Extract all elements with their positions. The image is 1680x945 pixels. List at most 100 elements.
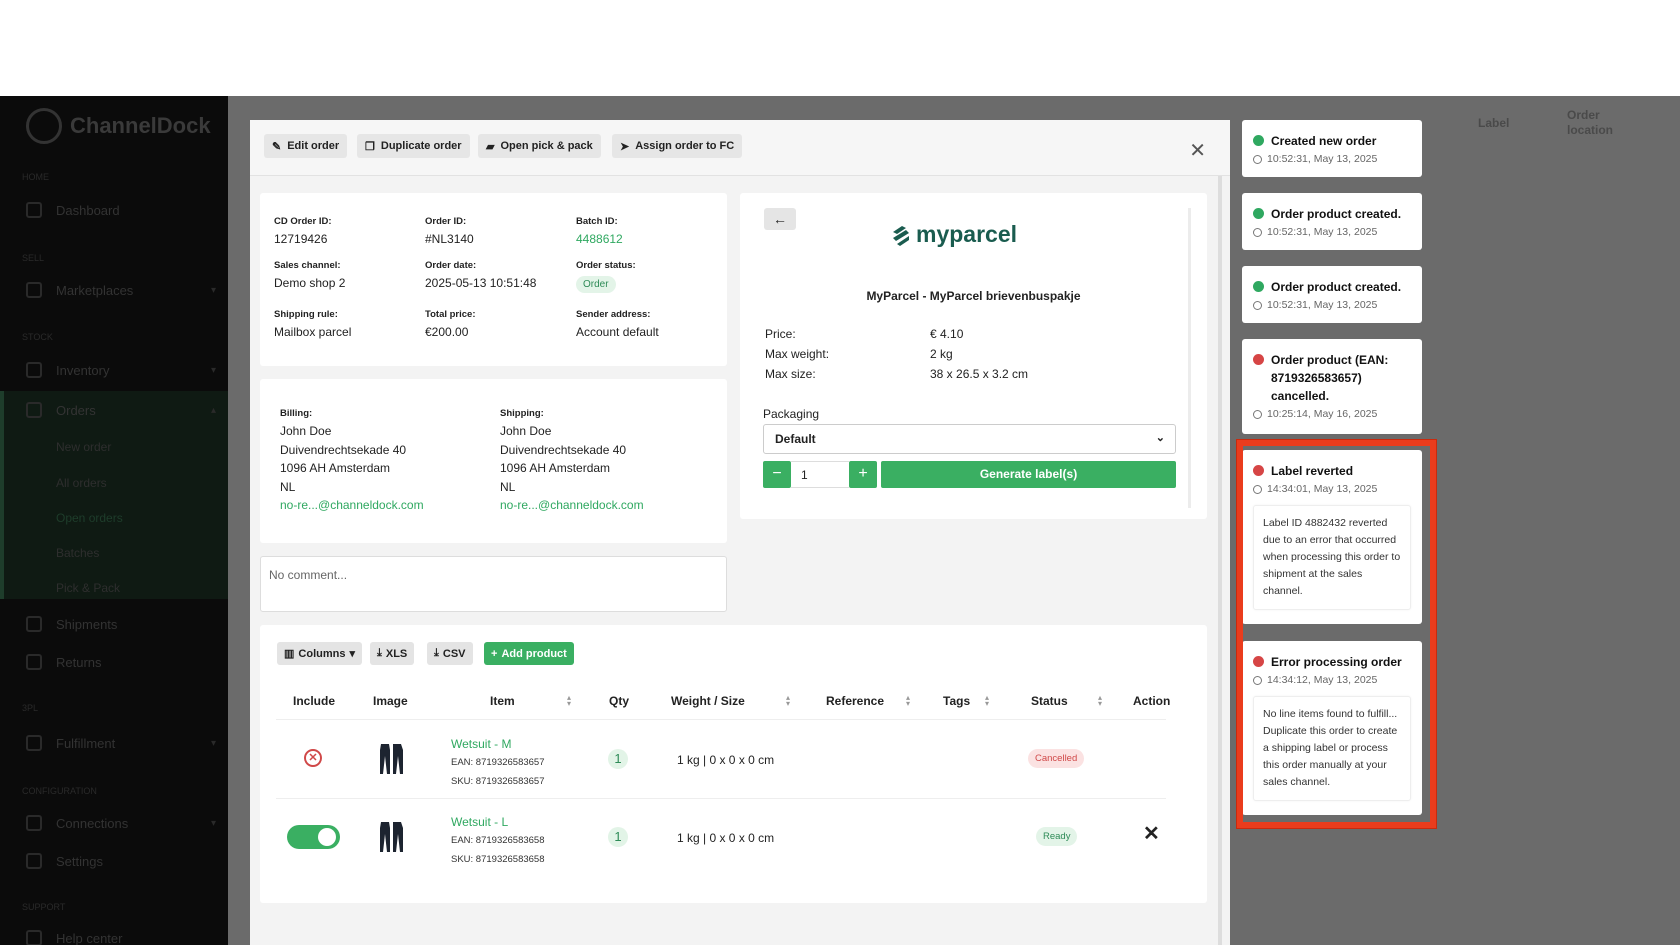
col-header-reference[interactable]: Reference: [826, 694, 884, 708]
timeline-title: Order product created.: [1271, 207, 1402, 221]
highlight-box: [1237, 440, 1436, 828]
col-header-item[interactable]: Item: [490, 694, 515, 708]
timeline-item: Order product created. 10:52:31, May 13,…: [1242, 193, 1422, 250]
qty-badge: 1: [608, 827, 628, 847]
batch-id-link[interactable]: 4488612: [576, 232, 623, 246]
col-header-tags[interactable]: Tags: [943, 694, 970, 708]
sort-icon[interactable]: ▴ ▾: [567, 694, 571, 708]
sort-icon[interactable]: ▴ ▾: [906, 694, 910, 708]
sidebar-item-marketplaces[interactable]: Marketplaces ▾: [26, 280, 216, 300]
shipping-city: 1096 AH Amsterdam: [500, 461, 611, 475]
edit-icon: ✎: [272, 140, 282, 153]
cd-order-id-value: 12719426: [274, 232, 328, 246]
sidebar-subitem-batches[interactable]: Batches: [56, 546, 99, 560]
remove-item-icon[interactable]: ✕: [1143, 821, 1160, 846]
toggle-knob: [318, 828, 336, 846]
quantity-decrement-button[interactable]: −: [763, 461, 791, 488]
add-product-button[interactable]: + Add product: [484, 642, 574, 665]
timeline-time: 10:25:14, May 16, 2025: [1267, 408, 1378, 420]
label-quantity-input[interactable]: 1: [791, 461, 849, 488]
sort-icon[interactable]: ▴ ▾: [985, 694, 989, 708]
include-toggle[interactable]: [287, 825, 340, 849]
sidebar-item-returns[interactable]: Returns: [26, 652, 216, 672]
sidebar-item-connections[interactable]: Connections ▾: [26, 813, 216, 833]
sidebar-item-dashboard[interactable]: Dashboard: [26, 200, 216, 220]
col-header-status[interactable]: Status: [1031, 694, 1068, 708]
packaging-select[interactable]: Default ⌄: [763, 424, 1176, 454]
sidebar-active-indicator: [0, 391, 4, 599]
carrier-scrollbar[interactable]: [1188, 208, 1191, 508]
chevron-down-icon: ▾: [210, 284, 216, 296]
open-pick-pack-button[interactable]: ▰ Open pick & pack: [478, 134, 601, 158]
sidebar-item-label: Settings: [56, 853, 103, 869]
max-size-value: 38 x 26.5 x 3.2 cm: [930, 367, 1029, 381]
sidebar-item-help-center[interactable]: Help center: [26, 928, 216, 945]
export-csv-button[interactable]: ⤓ CSV: [427, 642, 473, 665]
sidebar-item-settings[interactable]: Settings: [26, 851, 216, 871]
comment-textarea[interactable]: No comment...: [260, 556, 727, 612]
sidebar-subitem-open-orders[interactable]: Open orders: [56, 511, 123, 525]
sidebar-subitem-new-order[interactable]: New order: [56, 440, 111, 454]
order-date-label: Order date:: [425, 260, 477, 271]
sidebar-item-orders[interactable]: Orders ▴: [26, 400, 216, 420]
success-icon: [1253, 281, 1264, 292]
col-header-action: Action: [1133, 694, 1171, 708]
gear-icon: [26, 853, 42, 869]
clock-icon: [1253, 154, 1262, 164]
item-name-link[interactable]: Wetsuit - L: [451, 815, 508, 829]
sidebar: ChannelDock Home Dashboard Sell Marketpl…: [0, 96, 228, 945]
address-card: Billing: John Doe Duivendrechtsekade 40 …: [260, 379, 727, 543]
item-ean: EAN: 8719326583657: [451, 757, 545, 768]
edit-order-button[interactable]: ✎ Edit order: [264, 134, 348, 158]
brand-logo[interactable]: ChannelDock: [26, 108, 211, 144]
shipping-rule-label: Shipping rule:: [274, 309, 338, 320]
sender-address-value: Account default: [576, 325, 659, 339]
sidebar-item-fulfillment[interactable]: Fulfillment ▾: [26, 733, 216, 753]
sidebar-item-label: Shipments: [56, 616, 118, 632]
sidebar-item-shipments[interactable]: Shipments: [26, 614, 216, 634]
max-size-label: Max size:: [765, 367, 816, 381]
item-name-link[interactable]: Wetsuit - M: [451, 737, 511, 751]
billing-country: NL: [280, 479, 296, 494]
qty-badge: 1: [608, 749, 628, 769]
sidebar-subitem-all-orders[interactable]: All orders: [56, 476, 107, 490]
timeline-item: Order product created. 10:52:31, May 13,…: [1242, 266, 1422, 323]
shipping-address: John Doe Duivendrechtsekade 40 1096 AH A…: [500, 422, 644, 515]
status-badge: Ready: [1036, 827, 1078, 846]
order-id-label: Order ID:: [425, 216, 467, 227]
packaging-value: Default: [775, 432, 816, 446]
item-sku: SKU: 8719326583658: [451, 854, 545, 865]
export-xls-button[interactable]: ⤓ XLS: [370, 642, 415, 665]
sender-address-label: Sender address:: [576, 309, 651, 320]
generate-labels-button[interactable]: Generate label(s): [881, 461, 1176, 488]
duplicate-order-button[interactable]: ❐ Duplicate order: [357, 134, 470, 158]
plus-icon: +: [491, 647, 498, 660]
weight-size-value: 1 kg | 0 x 0 x 0 cm: [677, 753, 775, 767]
error-icon: [1253, 354, 1264, 365]
sort-icon[interactable]: ▴ ▾: [786, 694, 790, 708]
myparcel-logo: myparcel: [890, 221, 1017, 248]
modal-scrollbar[interactable]: [1218, 176, 1222, 945]
row-divider: [276, 719, 1166, 720]
sidebar-item-inventory[interactable]: Inventory ▾: [26, 360, 216, 380]
billing-email-link[interactable]: no-re...@channeldock.com: [280, 496, 424, 515]
close-icon[interactable]: ✕: [1189, 138, 1206, 163]
max-weight-value: 2 kg: [930, 347, 953, 361]
assign-order-fc-button[interactable]: ➤ Assign order to FC: [612, 134, 743, 158]
order-date-value: 2025-05-13 10:51:48: [425, 276, 537, 290]
item-ean: EAN: 8719326583658: [451, 835, 545, 846]
copy-icon: ❐: [365, 140, 375, 153]
columns-button[interactable]: ▥ Columns ▾: [277, 642, 362, 665]
quantity-increment-button[interactable]: +: [849, 461, 877, 488]
modal-toolbar: ✎ Edit order ❐ Duplicate order ▰ Open pick …: [250, 120, 1230, 176]
shipping-country: NL: [500, 479, 516, 494]
excluded-icon[interactable]: ✕: [304, 749, 322, 767]
sort-icon[interactable]: ▴ ▾: [1098, 694, 1102, 708]
back-arrow-button[interactable]: ←: [764, 208, 796, 230]
order-modal: ✎ Edit order ❐ Duplicate order ▰ Open pick …: [250, 120, 1230, 945]
shipping-email-link[interactable]: no-re...@channeldock.com: [500, 496, 644, 515]
sidebar-subitem-pick-pack[interactable]: Pick & Pack: [56, 581, 120, 595]
sidebar-item-label: Marketplaces: [56, 282, 134, 298]
brand-name: ChannelDock: [70, 113, 211, 138]
col-header-weight-size[interactable]: Weight / Size: [671, 694, 745, 708]
